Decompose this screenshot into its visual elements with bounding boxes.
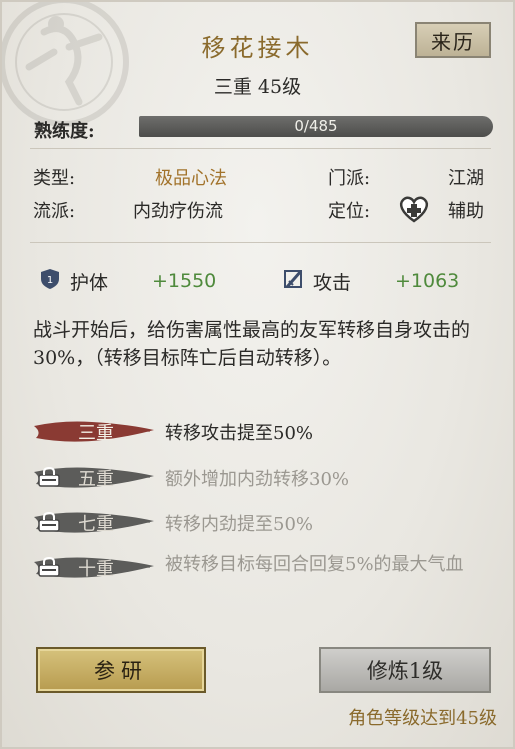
tier-name: 十重 [78, 559, 114, 580]
defense-label: 护体 [70, 272, 109, 294]
sword-icon [284, 270, 303, 288]
shield-icon: 1 [41, 269, 59, 289]
style-value: 内劲疗伤流 [133, 201, 223, 222]
divider [30, 148, 491, 149]
attack-value: +1063 [395, 270, 460, 292]
heart-cross-icon [399, 196, 429, 223]
role-value: 辅助 [448, 201, 484, 222]
tier-row: 十重 被转移目标每回合回复5%的最大气血 [32, 552, 502, 582]
skill-level: 三重 45级 [213, 76, 302, 98]
proficiency-label: 熟练度: [34, 121, 95, 142]
tier-effect: 被转移目标每回合回复5%的最大气血 [165, 554, 464, 575]
skill-detail-panel: 移花接木 来历 三重 45级 熟练度: 0/485 类型: 极品心法 门派: 江… [0, 0, 515, 749]
cultivate-button[interactable]: 修炼1级 [319, 647, 491, 693]
proficiency-text: 0/485 [294, 117, 338, 135]
tier-name: 五重 [78, 469, 114, 490]
martial-figure-emblem-icon [2, 2, 129, 127]
origin-button[interactable]: 来历 [415, 22, 491, 58]
tier-effect: 转移攻击提至50% [165, 423, 314, 444]
svg-text:1: 1 [47, 275, 53, 286]
defense-value: +1550 [152, 270, 217, 292]
divider [30, 242, 491, 243]
tier-effect: 转移内劲提至50% [165, 514, 314, 535]
research-button[interactable]: 参研 [36, 647, 206, 693]
tier-effect: 额外增加内劲转移30% [165, 469, 350, 490]
proficiency-bar: 0/485 [139, 116, 493, 137]
type-value: 极品心法 [155, 168, 227, 189]
school-value: 江湖 [448, 168, 484, 189]
school-label: 门派: [328, 168, 371, 189]
style-label: 流派: [33, 201, 76, 222]
tier-name: 三重 [78, 423, 114, 444]
tier-row: 三重 转移攻击提至50% [32, 416, 502, 446]
skill-description: 战斗开始后，给伤害属性最高的友军转移自身攻击的30%，（转移目标阵亡后自动转移）… [33, 319, 471, 369]
role-label: 定位: [328, 201, 371, 222]
lock-icon [38, 557, 60, 577]
lock-icon [38, 467, 60, 487]
level-requirement: 角色等级达到45级 [348, 708, 497, 729]
tier-name: 七重 [78, 514, 114, 535]
lock-icon [38, 512, 60, 532]
type-label: 类型: [33, 168, 76, 189]
tier-row: 五重 额外增加内劲转移30% [32, 462, 502, 492]
attack-label: 攻击 [313, 272, 352, 294]
tier-row: 七重 转移内劲提至50% [32, 507, 502, 537]
